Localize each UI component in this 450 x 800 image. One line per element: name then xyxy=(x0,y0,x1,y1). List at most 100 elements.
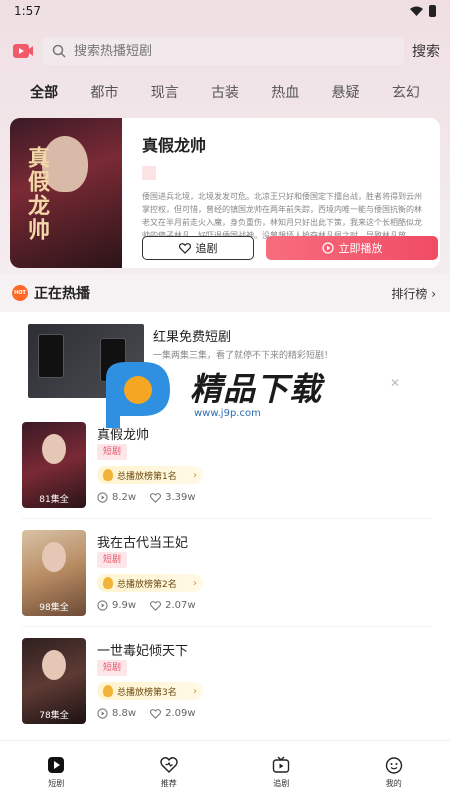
ad-banner[interactable]: 红果免费短剧 一集两集三集，看了就停不下来的精彩短剧！ ✕ xyxy=(28,324,408,404)
episode-count: 81集全 xyxy=(39,495,69,505)
hot-section: HOT 正在热播 排行榜 › 红果免费短剧 一集两集三集，看了就停不下来的精彩短… xyxy=(0,274,450,740)
smile-face-icon xyxy=(385,757,402,774)
tab-modern-romance[interactable]: 现言 xyxy=(145,78,185,104)
search-row: 搜索 xyxy=(12,36,440,66)
category-tabs: 全部 都市 现言 古装 热血 悬疑 玄幻 xyxy=(0,78,450,104)
like-count-value: 3.39w xyxy=(165,492,196,503)
hot-header-left: HOT 正在热播 xyxy=(12,283,90,303)
status-bar: 1:57 xyxy=(0,0,450,22)
bottom-nav: 短剧 推荐 追剧 我的 xyxy=(0,740,450,800)
play-count-value: 9.9w xyxy=(112,600,137,611)
nav-label: 追剧 xyxy=(273,779,290,788)
featured-card[interactable]: 真假龙帅 真假龙帅 倭国进兵北境，北境发发可危。北凉王只好和倭国定下擂台战，胜者… xyxy=(10,118,440,268)
search-box[interactable] xyxy=(42,37,404,65)
like-count-value: 2.09w xyxy=(165,708,196,719)
chevron-right-icon: › xyxy=(193,685,197,697)
app-logo-icon[interactable] xyxy=(12,42,34,60)
ad-title: 红果免费短剧 xyxy=(153,330,232,345)
play-now-label: 立即播放 xyxy=(338,242,383,255)
follow-label: 追剧 xyxy=(195,242,218,255)
drama-tag: 短剧 xyxy=(97,660,128,676)
nav-item-profile[interactable]: 我的 xyxy=(359,756,429,789)
featured-info: 真假龙帅 倭国进兵北境，北境发发可危。北凉王只好和倭国定下擂台战，胜者将得到云州… xyxy=(122,118,440,268)
poster-figure xyxy=(42,650,66,680)
heart-plus-icon xyxy=(150,600,162,611)
tab-fantasy[interactable]: 玄幻 xyxy=(386,78,426,104)
play-count: 8.2w xyxy=(97,492,136,503)
rank-text: 总播放榜第1名 xyxy=(117,471,177,482)
nav-label: 短剧 xyxy=(48,779,65,788)
hot-title: 正在热播 xyxy=(34,286,90,302)
drama-poster[interactable]: 78集全 xyxy=(22,638,86,724)
ad-phone-image xyxy=(38,334,64,378)
ranking-link[interactable]: 排行榜 › xyxy=(391,285,436,302)
search-input[interactable] xyxy=(74,43,374,59)
drama-title: 一世毒妃倾天下 xyxy=(97,644,189,659)
play-circle-icon xyxy=(97,492,108,503)
featured-description: 倭国进兵北境，北境发发可危。北凉王只好和倭国定下擂台战，胜者将得到云州掌控权，但… xyxy=(142,192,422,240)
medal-icon xyxy=(103,577,113,589)
chevron-right-icon: › xyxy=(193,577,197,589)
drama-title: 真假龙帅 xyxy=(97,428,150,443)
tab-urban[interactable]: 都市 xyxy=(84,78,124,104)
episode-count: 98集全 xyxy=(39,603,69,613)
drama-tag: 短剧 xyxy=(97,444,128,460)
search-icon xyxy=(52,44,66,58)
play-count: 9.9w xyxy=(97,600,136,611)
drama-tag: 短剧 xyxy=(97,552,128,568)
divider xyxy=(22,626,432,627)
drama-poster[interactable]: 98集全 xyxy=(22,530,86,616)
status-icons xyxy=(410,5,436,17)
rank-text: 总播放榜第3名 xyxy=(117,687,177,698)
rank-badge[interactable]: 总播放榜第3名 › xyxy=(97,682,203,700)
featured-title: 真假龙帅 xyxy=(142,136,207,155)
play-circle-icon xyxy=(97,708,108,719)
tab-action[interactable]: 热血 xyxy=(265,78,305,104)
like-count: 3.39w xyxy=(150,492,196,503)
poster-title-art: 真假龙帅 xyxy=(24,146,49,242)
wifi-icon xyxy=(410,6,423,16)
rank-badge[interactable]: 总播放榜第1名 › xyxy=(97,466,203,484)
ad-thumbnail[interactable] xyxy=(28,324,144,398)
tab-all[interactable]: 全部 xyxy=(24,78,64,104)
tab-costume[interactable]: 古装 xyxy=(205,78,245,104)
nav-item-following[interactable]: 追剧 xyxy=(246,756,316,789)
list-item[interactable]: 98集全 我在古代当王妃 短剧 总播放榜第2名 › 9.9w 2.07w xyxy=(22,530,432,622)
heart-plus-icon xyxy=(150,708,162,719)
hot-header: HOT 正在热播 排行榜 › xyxy=(0,274,450,312)
status-time: 1:57 xyxy=(14,4,41,18)
play-count-value: 8.8w xyxy=(112,708,137,719)
drama-stats: 8.2w 3.39w xyxy=(97,492,196,503)
chevron-right-icon: › xyxy=(193,469,197,481)
play-circle-icon xyxy=(321,242,334,254)
ad-phone-image xyxy=(100,338,126,382)
like-count-value: 2.07w xyxy=(165,600,196,611)
ad-close-icon[interactable]: ✕ xyxy=(390,376,400,390)
rank-badge[interactable]: 总播放榜第2名 › xyxy=(97,574,203,592)
play-now-button[interactable]: 立即播放 xyxy=(266,236,438,260)
poster-figure xyxy=(42,542,66,572)
list-item[interactable]: 78集全 一世毒妃倾天下 短剧 总播放榜第3名 › 8.8w 2.09w xyxy=(22,638,432,730)
nav-item-recommend[interactable]: 推荐 xyxy=(134,756,204,789)
play-count: 8.8w xyxy=(97,708,136,719)
featured-tag xyxy=(142,166,156,180)
drama-stats: 8.8w 2.09w xyxy=(97,708,196,719)
nav-item-short-drama[interactable]: 短剧 xyxy=(21,756,91,789)
featured-poster[interactable]: 真假龙帅 xyxy=(10,118,122,268)
rank-text: 总播放榜第2名 xyxy=(117,579,177,590)
poster-figure xyxy=(42,434,66,464)
heart-plus-icon xyxy=(150,492,162,503)
follow-button[interactable]: 追剧 xyxy=(142,236,254,260)
nav-label: 我的 xyxy=(385,779,402,788)
search-button[interactable]: 搜索 xyxy=(412,41,440,61)
tv-icon xyxy=(273,756,290,773)
heart-icon xyxy=(160,757,178,773)
tab-suspense[interactable]: 悬疑 xyxy=(326,78,366,104)
like-count: 2.07w xyxy=(150,600,196,611)
chevron-right-icon: › xyxy=(431,286,436,301)
ad-subtitle: 一集两集三集，看了就停不下来的精彩短剧！ xyxy=(153,351,334,361)
play-circle-icon xyxy=(97,600,108,611)
heart-plus-icon xyxy=(178,242,191,254)
list-item[interactable]: 81集全 真假龙帅 短剧 总播放榜第1名 › 8.2w 3.39w xyxy=(22,422,432,514)
drama-poster[interactable]: 81集全 xyxy=(22,422,86,508)
